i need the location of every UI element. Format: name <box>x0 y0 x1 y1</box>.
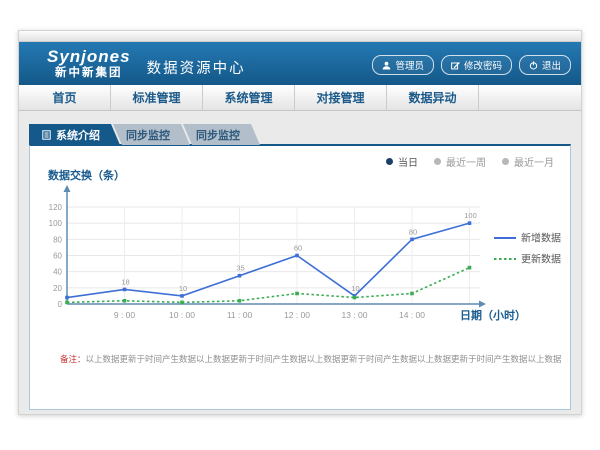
power-icon <box>529 61 538 70</box>
nav-item-4[interactable]: 数据异动 <box>387 85 479 110</box>
user-button-change-password[interactable]: 修改密码 <box>441 55 512 75</box>
line-chart: 0 20 40 60 80 100 120 9 : 00 10 : 00 11 : 00 12 : … <box>30 146 572 409</box>
range-radio-2[interactable]: 最近一月 <box>502 154 554 169</box>
footer-note: 备注：以上数据更新于时间产生数据以上数据更新于时间产生数据以上数据更新于时间产生… <box>60 353 562 365</box>
nav-item-3[interactable]: 对接管理 <box>295 85 387 110</box>
user-button-label: 修改密码 <box>464 58 502 72</box>
nav-item-1[interactable]: 标准管理 <box>111 85 203 110</box>
user-button-logout[interactable]: 退出 <box>519 55 571 75</box>
x-tick-label: 10 : 00 <box>169 310 195 320</box>
point-label: 10 <box>351 284 359 293</box>
tab-label: 系统介绍 <box>56 127 100 143</box>
y-tick-label: 100 <box>49 219 63 228</box>
legend-item-1[interactable]: 更新数据 <box>494 253 561 266</box>
logo: Synjones 新中新集团 <box>47 48 131 79</box>
y-tick-label: 40 <box>53 268 62 277</box>
app-title: 数据资源中心 <box>147 57 246 78</box>
radio-dot-icon <box>386 158 393 165</box>
page: 系统介绍 同步监控 同步监控 当日 最近一周 最近一月 0 20 40 60 80 100 120 9… <box>19 111 581 414</box>
point-label: 60 <box>294 244 302 253</box>
app-header: Synjones 新中新集团 数据资源中心 管理员 修改密码 退出 <box>19 42 581 85</box>
note-prefix: 备注： <box>60 354 86 364</box>
window-top-strip <box>19 31 581 42</box>
edit-icon <box>451 61 460 70</box>
tab-1[interactable]: 同步监控 <box>113 124 190 145</box>
point-label: 18 <box>121 277 129 286</box>
svg-text:新增数据: 新增数据 <box>521 232 561 245</box>
y-tick-label: 120 <box>49 203 63 212</box>
range-radio-0[interactable]: 当日 <box>386 154 418 169</box>
radio-dot-icon <box>434 158 441 165</box>
y-tick-label: 60 <box>53 252 62 261</box>
point-label: 10 <box>179 284 187 293</box>
point-label: 100 <box>464 211 477 220</box>
user-icon <box>382 61 391 70</box>
logo-text-en: Synjones <box>47 48 131 66</box>
range-radio-1[interactable]: 最近一周 <box>434 154 486 169</box>
legend-item-0[interactable]: 新增数据 <box>494 232 561 245</box>
document-icon <box>42 130 51 140</box>
user-button-admin[interactable]: 管理员 <box>372 55 434 75</box>
x-tick-label: 11 : 00 <box>227 310 253 320</box>
svg-text:更新数据: 更新数据 <box>521 253 561 266</box>
y-tick-label: 20 <box>53 284 62 293</box>
y-tick-label: 0 <box>58 300 63 309</box>
tab-0[interactable]: 系统介绍 <box>29 124 120 145</box>
user-button-label: 管理员 <box>395 58 424 72</box>
y-axis-title: 数据交换（条） <box>48 168 125 182</box>
x-axis-title: 日期（小时） <box>460 308 526 322</box>
x-tick-label: 13 : 00 <box>342 310 368 320</box>
note-text: 以上数据更新于时间产生数据以上数据更新于时间产生数据以上数据更新于时间产生数据以… <box>86 354 562 364</box>
tab-label: 同步监控 <box>196 127 240 143</box>
radio-label: 当日 <box>398 154 418 169</box>
radio-dot-icon <box>502 158 509 165</box>
tab-label: 同步监控 <box>126 127 170 143</box>
x-tick-label: 12 : 00 <box>284 310 310 320</box>
x-tick-label: 14 : 00 <box>399 310 425 320</box>
radio-label: 最近一周 <box>446 154 486 169</box>
radio-label: 最近一月 <box>514 154 554 169</box>
user-area: 管理员 修改密码 退出 <box>372 55 571 75</box>
point-label: 80 <box>409 227 417 236</box>
main-nav: 首页标准管理系统管理对接管理数据异动 <box>19 85 581 111</box>
logo-text-cn: 新中新集团 <box>47 67 131 79</box>
x-tick-label: 9 : 00 <box>114 310 136 320</box>
y-tick-label: 80 <box>53 235 62 244</box>
content-panel: 当日 最近一周 最近一月 0 20 40 60 80 100 120 9 : 00 10 : 00 1… <box>29 144 571 410</box>
tab-bar: 系统介绍 同步监控 同步监控 <box>29 124 260 145</box>
point-label: 35 <box>236 264 244 273</box>
time-range-options: 当日 最近一周 最近一月 <box>386 154 554 169</box>
app-window: Synjones 新中新集团 数据资源中心 管理员修改密码退出 首页标准管理系统… <box>18 30 582 415</box>
tab-2[interactable]: 同步监控 <box>183 124 260 145</box>
nav-item-0[interactable]: 首页 <box>19 85 111 110</box>
nav-item-2[interactable]: 系统管理 <box>203 85 295 110</box>
user-button-label: 退出 <box>542 58 561 72</box>
